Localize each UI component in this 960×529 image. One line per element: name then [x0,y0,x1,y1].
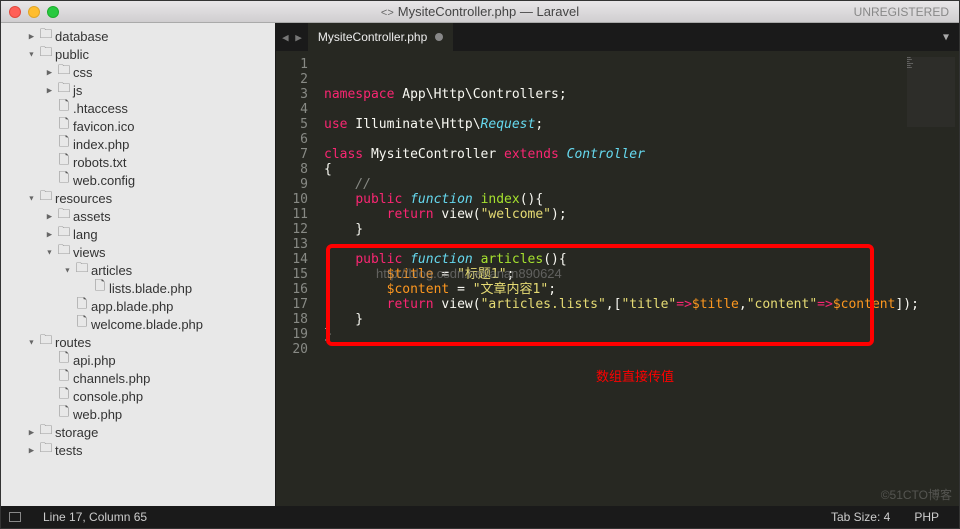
folder-icon [37,439,55,461]
tree-item-channels-php[interactable]: channels.php [1,369,275,387]
editor-pane: ◀ ▶ MysiteController.php ▼ 1234567891011… [275,23,959,506]
status-bar[interactable]: Line 17, Column 65 Tab Size: 4 PHP [1,506,959,528]
panel-toggle-icon[interactable] [9,512,21,522]
tree-item-js[interactable]: js [1,81,275,99]
disclosure-arrow-icon[interactable] [25,31,37,42]
folder-icon [37,331,55,353]
tree-label: views [73,245,106,260]
tree-label: web.php [73,407,122,422]
titlebar[interactable]: <> MysiteController.php — Laravel UNREGIS… [1,1,959,23]
language-mode[interactable]: PHP [902,510,951,524]
tree-item-app-blade-php[interactable]: app.blade.php [1,297,275,315]
tree-label: js [73,83,82,98]
tree-item-public[interactable]: public [1,45,275,63]
tree-item--htaccess[interactable]: .htaccess [1,99,275,117]
window-title: <> MysiteController.php — Laravel [1,4,959,19]
disclosure-arrow-icon[interactable] [25,427,37,438]
tree-label: channels.php [73,371,150,386]
dirty-indicator-icon [435,33,443,41]
disclosure-arrow-icon[interactable] [43,229,55,240]
code-area[interactable]: 1234567891011121314151617181920 namespac… [276,51,959,506]
tree-item-lang[interactable]: lang [1,225,275,243]
tree-item-tests[interactable]: tests [1,441,275,459]
tree-item-routes[interactable]: routes [1,333,275,351]
tree-item-views[interactable]: views [1,243,275,261]
folder-icon [55,241,73,263]
tab-active[interactable]: MysiteController.php [308,23,454,51]
tree-label: welcome.blade.php [91,317,203,332]
tree-label: app.blade.php [91,299,173,314]
cursor-position[interactable]: Line 17, Column 65 [31,510,159,524]
tree-item-favicon-ico[interactable]: favicon.ico [1,117,275,135]
tree-label: web.config [73,173,135,188]
disclosure-arrow-icon[interactable] [43,67,55,78]
tree-item-lists-blade-php[interactable]: lists.blade.php [1,279,275,297]
corner-watermark: ©51CTO博客 [881,486,952,503]
file-tree[interactable]: database public css js .htaccess favicon.ico i… [1,23,275,506]
tab-label: MysiteController.php [318,30,427,44]
disclosure-arrow-icon[interactable] [43,85,55,96]
tree-label: public [55,47,89,62]
disclosure-arrow-icon[interactable] [25,337,37,347]
line-gutter[interactable]: 1234567891011121314151617181920 [276,51,318,506]
tree-label: favicon.ico [73,119,134,134]
file-icon [55,169,73,191]
main-area: database public css js .htaccess favicon.ico i… [1,23,959,506]
tree-label: storage [55,425,98,440]
tree-item-resources[interactable]: resources [1,189,275,207]
folder-icon [37,187,55,209]
folder-icon [37,43,55,65]
tab-menu-icon[interactable]: ▼ [933,23,959,51]
file-icon [55,403,73,425]
annotation-text: 数组直接传值 [596,366,674,385]
tree-label: routes [55,335,91,350]
file-icon: <> [381,7,394,19]
folder-icon [73,259,91,281]
file-icon [91,277,109,299]
nav-buttons[interactable]: ◀ ▶ [276,23,308,51]
tree-item-css[interactable]: css [1,63,275,81]
app-window: <> MysiteController.php — Laravel UNREGIS… [0,0,960,529]
tree-label: api.php [73,353,116,368]
title-text: MysiteController.php — Laravel [398,4,579,19]
unregistered-label: UNREGISTERED [854,5,949,19]
tree-item-api-php[interactable]: api.php [1,351,275,369]
tree-label: index.php [73,137,129,152]
disclosure-arrow-icon[interactable] [43,247,55,257]
tree-label: assets [73,209,111,224]
tree-item-index-php[interactable]: index.php [1,135,275,153]
disclosure-arrow-icon[interactable] [25,193,37,203]
file-icon [73,313,91,335]
tree-label: resources [55,191,112,206]
tree-label: lang [73,227,98,242]
tree-label: lists.blade.php [109,281,192,296]
tab-size[interactable]: Tab Size: 4 [819,510,902,524]
code-content[interactable]: namespace App\Http\Controllers; use Illu… [318,51,959,506]
tree-label: tests [55,443,82,458]
tree-label: articles [91,263,132,278]
tree-label: console.php [73,389,143,404]
disclosure-arrow-icon[interactable] [25,49,37,59]
tree-item-assets[interactable]: assets [1,207,275,225]
tree-label: css [73,65,93,80]
tree-item-robots-txt[interactable]: robots.txt [1,153,275,171]
tree-item-articles[interactable]: articles [1,261,275,279]
minimap[interactable]: ▬▬▬▬▬▬▬▬▬▬▬▬▬▬▬▬▬▬▬▬▬ [907,57,955,127]
disclosure-arrow-icon[interactable] [43,211,55,222]
tab-bar[interactable]: ◀ ▶ MysiteController.php ▼ [276,23,959,51]
tree-label: robots.txt [73,155,126,170]
tree-label: .htaccess [73,101,128,116]
disclosure-arrow-icon[interactable] [61,265,73,275]
tree-label: database [55,29,109,44]
tree-item-console-php[interactable]: console.php [1,387,275,405]
disclosure-arrow-icon[interactable] [25,445,37,456]
